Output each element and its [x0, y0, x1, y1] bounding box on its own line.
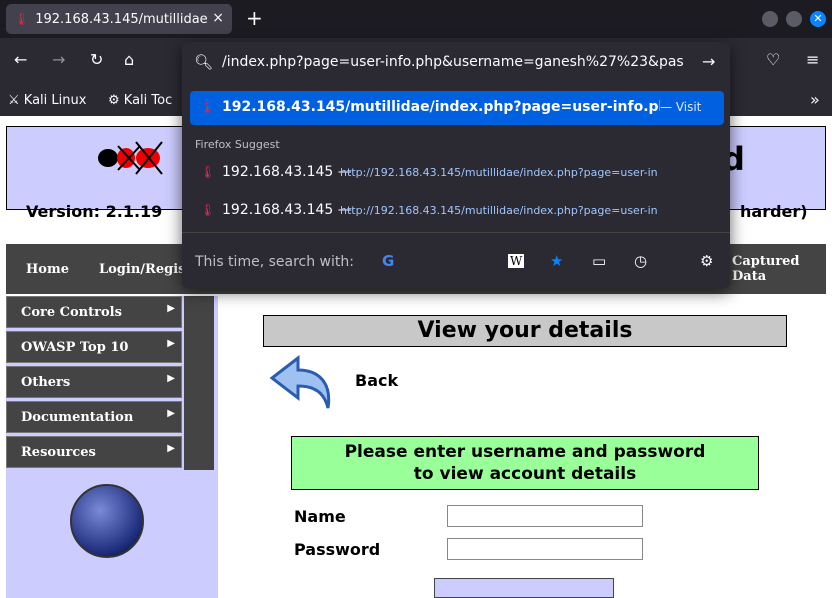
bookmark-kali-tools[interactable]: ⚙ Kali Toc [108, 93, 172, 108]
sidebar-menu: Core Controls ▶ OWASP Top 10 ▶ Others ▶ Doc… [6, 296, 214, 471]
suggestion-history-1[interactable]: 🌡 192.168.43.145 — http://192.168.43.145… [190, 158, 724, 188]
page-title: View your details [263, 315, 787, 347]
dropdown-divider [182, 232, 730, 233]
forward-icon[interactable]: → [52, 50, 65, 69]
url-suggestions-dropdown: 🔍︎ /index.php?page=user-info.php&usernam… [182, 42, 730, 288]
url-input[interactable]: /index.php?page=user-info.php&username=g… [222, 54, 692, 70]
sidebar-item-documentation[interactable]: Documentation ▶ [6, 401, 182, 433]
back-icon[interactable]: ← [14, 50, 27, 69]
bookmarks-star-icon[interactable]: ★ [550, 252, 563, 270]
menu-home[interactable]: Home [26, 262, 69, 277]
settings-gear-icon[interactable]: ⚙ [700, 252, 713, 270]
version-label: Version: 2.1.19 [26, 202, 163, 221]
go-arrow-icon[interactable]: → [702, 52, 715, 71]
sidebar-item-owasp-top-10[interactable]: OWASP Top 10 ▶ [6, 331, 182, 363]
browser-tab[interactable]: 🌡 192.168.43.145/mutillidae × [6, 4, 232, 34]
bookmark-kali-linux[interactable]: ⚔ Kali Linux [8, 93, 86, 108]
back-link[interactable]: Back [355, 371, 398, 390]
firefox-suggest-heading: Firefox Suggest [195, 138, 280, 151]
close-window-button[interactable]: ✕ [810, 11, 826, 27]
mutillidae-favicon-icon: 🌡 [200, 203, 216, 217]
name-label: Name [294, 507, 346, 526]
history-clock-icon[interactable]: ◷ [634, 252, 647, 270]
password-label: Password [294, 540, 381, 559]
instructions-box: Please enter username and password to vie… [291, 436, 759, 490]
suggestion-visit[interactable]: 🌡 192.168.43.145/mutillidae/index.php?pa… [190, 91, 724, 125]
pocket-icon[interactable]: ♡ [766, 50, 780, 69]
sidebar-item-core-controls[interactable]: Core Controls ▶ [6, 296, 182, 328]
search-icon: 🔍︎ [194, 53, 214, 71]
chevron-right-icon: ▶ [167, 338, 175, 349]
wikipedia-icon[interactable]: W [508, 254, 525, 268]
new-tab-button[interactable]: + [246, 6, 263, 30]
mutillidae-favicon-icon: 🌡 [200, 165, 216, 179]
back-arrow-icon[interactable] [268, 352, 338, 414]
search-with-label: This time, search with: [195, 254, 354, 270]
mutillidae-favicon-icon: 🌡 [14, 12, 30, 26]
tab-close-icon[interactable]: × [212, 10, 224, 26]
reload-icon[interactable]: ↻ [90, 50, 103, 69]
security-level-label: harder) [740, 202, 808, 221]
tabs-icon[interactable]: ▭ [592, 252, 606, 270]
password-input[interactable] [447, 538, 643, 560]
chevron-right-icon: ▶ [167, 303, 175, 314]
sidebar-item-others[interactable]: Others ▶ [6, 366, 182, 398]
bookmarks-overflow-icon[interactable]: » [810, 90, 820, 109]
mutillidae-favicon-icon: 🌡 [200, 100, 216, 114]
chevron-right-icon: ▶ [167, 408, 175, 419]
view-account-details-button[interactable] [434, 578, 614, 598]
menu-icon[interactable]: ≡ [806, 50, 819, 69]
sidebar-item-resources[interactable]: Resources ▶ [6, 436, 182, 468]
username-input[interactable] [447, 505, 643, 527]
chevron-right-icon: ▶ [167, 373, 175, 384]
google-icon[interactable]: G [382, 252, 394, 270]
suggestion-history-2[interactable]: 🌡 192.168.43.145 — http://192.168.43.145… [190, 196, 724, 226]
address-bar[interactable]: 🔍︎ /index.php?page=user-info.php&usernam… [182, 42, 730, 84]
chevron-right-icon: ▶ [167, 443, 175, 454]
minimize-window-button[interactable] [762, 11, 778, 27]
home-icon[interactable]: ⌂ [124, 50, 134, 69]
owasp-logo [70, 484, 144, 558]
maximize-window-button[interactable] [786, 11, 802, 27]
ant-logo [96, 136, 172, 180]
tab-bar: 🌡 192.168.43.145/mutillidae × + ✕ [0, 0, 832, 38]
menu-captured-data[interactable]: Captured Data [732, 254, 800, 284]
menu-login-register[interactable]: Login/Regis [99, 262, 185, 277]
tab-title: 192.168.43.145/mutillidae [35, 11, 208, 27]
